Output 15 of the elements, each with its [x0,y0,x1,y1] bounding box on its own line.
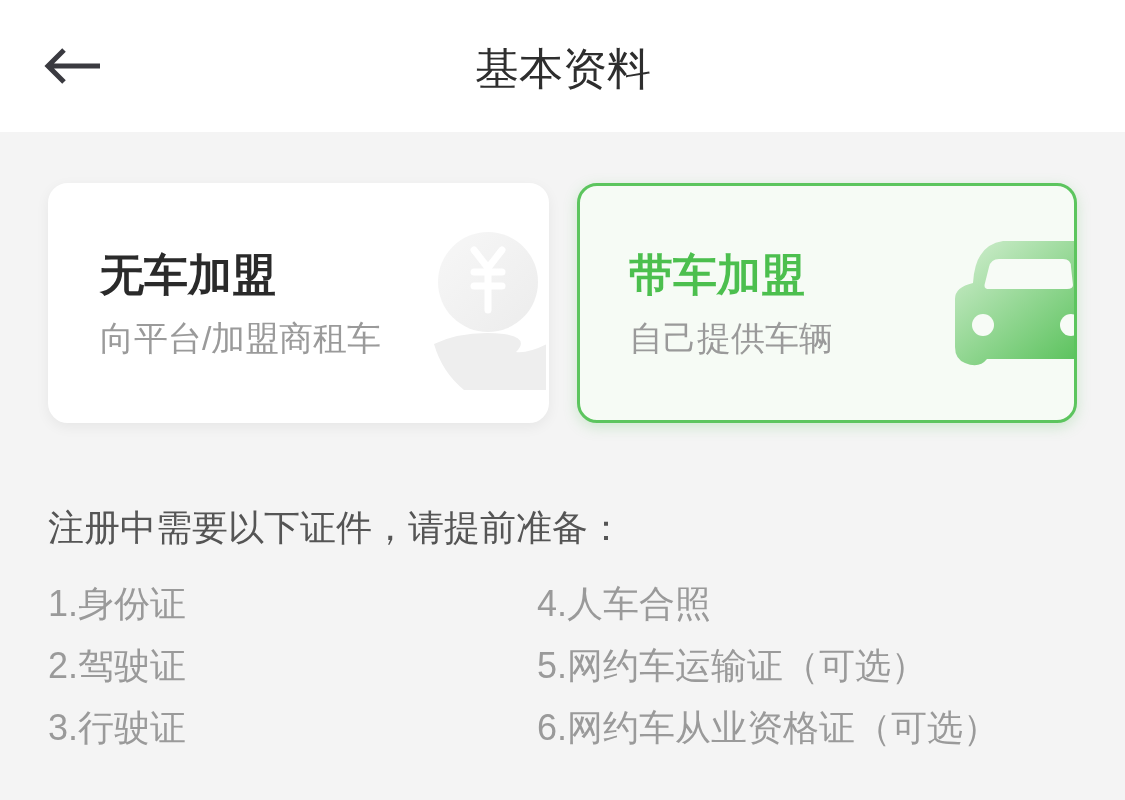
car-icon [953,239,1074,367]
requirement-item: 5.网约车运输证（可选） [537,644,929,688]
requirement-item: 4.人车合照 [537,582,713,626]
join-option-card[interactable]: 无车加盟 向平台/加盟商租车 [48,183,549,423]
requirements-heading: 注册中需要以下证件，请提前准备： [48,506,625,550]
requirement-item: 1.身份证 [48,582,188,626]
requirement-item: 2.驾驶证 [48,644,188,688]
requirement-item: 3.行驶证 [48,706,188,750]
requirement-item: 6.网约车从业资格证（可选） [537,706,1001,750]
page-title: 基本资料 [474,43,651,95]
back-arrow-icon [44,47,102,85]
option-title: 带车加盟 [628,249,806,301]
option-subtitle: 向平台/加盟商租车 [100,318,382,359]
option-subtitle: 自己提供车辆 [628,318,833,359]
option-title: 无车加盟 [100,249,277,301]
